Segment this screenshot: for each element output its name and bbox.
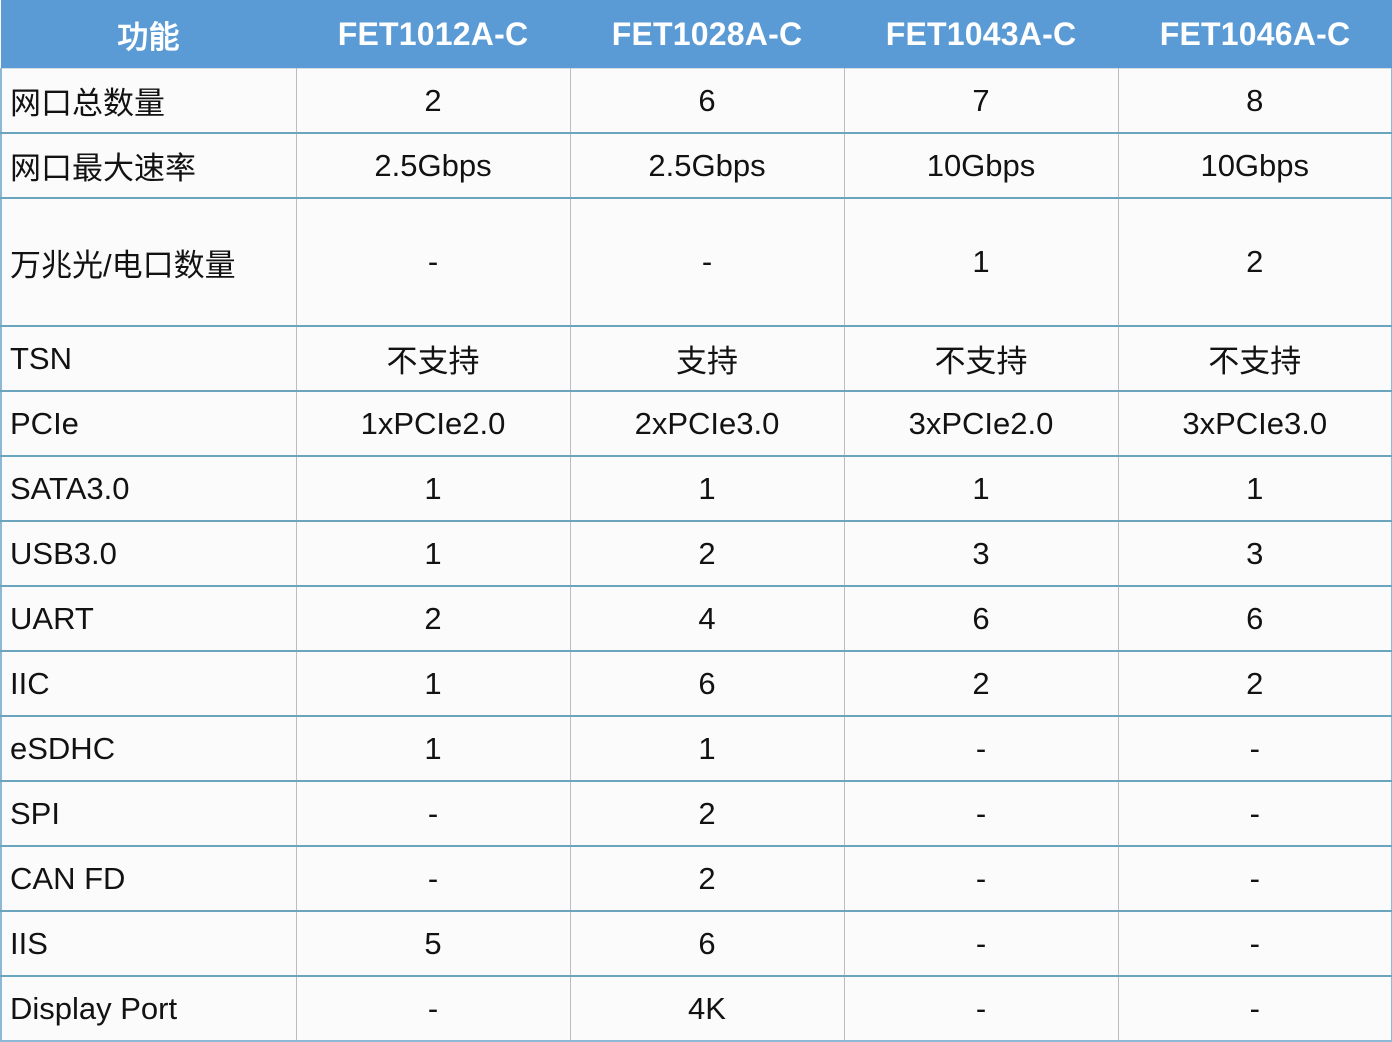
value-cell: 4 (569, 585, 845, 652)
value-cell: 不支持 (295, 325, 571, 392)
value-cell: - (295, 845, 571, 912)
value-cell: 1 (843, 197, 1119, 327)
table-row: SPI -2- - (0, 780, 1392, 847)
table-body: 网口总数量 2 6 7 8 网口最大速率 2.5Gbps 2.5Gbps 10Gbps 10Gbp… (0, 68, 1392, 1042)
value-cell: 3xPCIe3.0 (1117, 390, 1392, 457)
value-cell: - (1117, 780, 1392, 847)
feature-label-cell: 网口总数量 (0, 68, 297, 134)
value-cell: - (843, 975, 1119, 1042)
table-row: USB3.0 1 2 3 3 (0, 520, 1392, 587)
value-cell: - (843, 910, 1119, 977)
value-cell: 1 (295, 650, 571, 717)
column-header-model-4: FET1046A-C (1118, 0, 1392, 69)
table-row: CAN FD -2- - (0, 845, 1392, 912)
value-cell: - (569, 197, 845, 327)
column-header-feature: 功能 (1, 0, 296, 69)
value-cell: 8 (1117, 68, 1392, 134)
value-cell: 2.5Gbps (295, 132, 571, 199)
value-cell: 1 (295, 455, 571, 522)
feature-label-cell: Display Port (0, 975, 297, 1042)
value-cell: 6 (569, 650, 845, 717)
product-comparison-table: 功能 FET1012A-C FET1028A-C FET1043A-C FET1… (0, 0, 1392, 1042)
feature-label-cell: TSN (0, 325, 297, 392)
value-cell: - (1117, 975, 1392, 1042)
value-cell: 10Gbps (843, 132, 1119, 199)
value-cell: 7 (843, 68, 1119, 134)
value-cell: 2xPCIe3.0 (569, 390, 845, 457)
value-cell: 1xPCIe2.0 (295, 390, 571, 457)
header-row: 功能 FET1012A-C FET1028A-C FET1043A-C FET1… (1, 0, 1392, 69)
feature-label-cell: IIC (0, 650, 297, 717)
value-cell: 2 (295, 68, 571, 134)
value-cell: - (295, 197, 571, 327)
table-row: IIS 5 6- - (0, 910, 1392, 977)
value-cell: 不支持 (1117, 325, 1392, 392)
value-cell: 6 (1117, 585, 1392, 652)
column-header-model-2: FET1028A-C (570, 0, 844, 69)
value-cell: - (1117, 715, 1392, 782)
table-row: eSDHC 1 1- - (0, 715, 1392, 782)
value-cell: 支持 (569, 325, 845, 392)
feature-label-cell: SATA3.0 (0, 455, 297, 522)
feature-label-cell: SPI (0, 780, 297, 847)
table-row: 网口总数量 2 6 7 8 (0, 68, 1392, 134)
value-cell: 1 (843, 455, 1119, 522)
value-cell: 2 (843, 650, 1119, 717)
column-header-model-1: FET1012A-C (296, 0, 570, 69)
table-row: 网口最大速率 2.5Gbps 2.5Gbps 10Gbps 10Gbps (0, 132, 1392, 199)
feature-label-cell: 万兆光/电口数量 (0, 197, 297, 327)
value-cell: 3xPCIe2.0 (843, 390, 1119, 457)
value-cell: - (295, 975, 571, 1042)
value-cell: - (843, 845, 1119, 912)
value-cell: 1 (295, 520, 571, 587)
table-row: PCIe 1xPCIe2.0 2xPCIe3.0 3xPCIe2.0 3xPCIe3.0 (0, 390, 1392, 457)
value-cell: - (843, 715, 1119, 782)
feature-label-cell: 网口最大速率 (0, 132, 297, 199)
table-row: TSN 不支持 支持 不支持 不支持 (0, 325, 1392, 392)
value-cell: 1 (569, 715, 845, 782)
feature-label-cell: IIS (0, 910, 297, 977)
feature-label-cell: CAN FD (0, 845, 297, 912)
feature-label-cell: eSDHC (0, 715, 297, 782)
value-cell: 3 (843, 520, 1119, 587)
table-header: 功能 FET1012A-C FET1028A-C FET1043A-C FET1… (1, 0, 1392, 69)
value-cell: 4K (569, 975, 845, 1042)
table-row: SATA3.0 1 1 1 1 (0, 455, 1392, 522)
value-cell: - (1117, 910, 1392, 977)
value-cell: 2.5Gbps (569, 132, 845, 199)
column-header-model-3: FET1043A-C (844, 0, 1118, 69)
value-cell: 10Gbps (1117, 132, 1392, 199)
value-cell: 1 (1117, 455, 1392, 522)
value-cell: - (843, 780, 1119, 847)
value-cell: 3 (1117, 520, 1392, 587)
table-row: UART 2 4 6 6 (0, 585, 1392, 652)
value-cell: 6 (843, 585, 1119, 652)
value-cell: - (295, 780, 571, 847)
table-row: Display Port -4K - - (0, 975, 1392, 1042)
value-cell: 2 (1117, 197, 1392, 327)
value-cell: 2 (569, 520, 845, 587)
value-cell: 2 (569, 780, 845, 847)
table-row: 万兆光/电口数量 - -1 2 (0, 197, 1392, 327)
value-cell: 5 (295, 910, 571, 977)
value-cell: - (1117, 845, 1392, 912)
value-cell: 6 (569, 68, 845, 134)
table-row: IIC 1 6 2 2 (0, 650, 1392, 717)
value-cell: 不支持 (843, 325, 1119, 392)
feature-label-cell: UART (0, 585, 297, 652)
value-cell: 1 (569, 455, 845, 522)
value-cell: 1 (295, 715, 571, 782)
value-cell: 2 (569, 845, 845, 912)
feature-label-cell: USB3.0 (0, 520, 297, 587)
value-cell: 6 (569, 910, 845, 977)
value-cell: 2 (1117, 650, 1392, 717)
feature-label-cell: PCIe (0, 390, 297, 457)
value-cell: 2 (295, 585, 571, 652)
